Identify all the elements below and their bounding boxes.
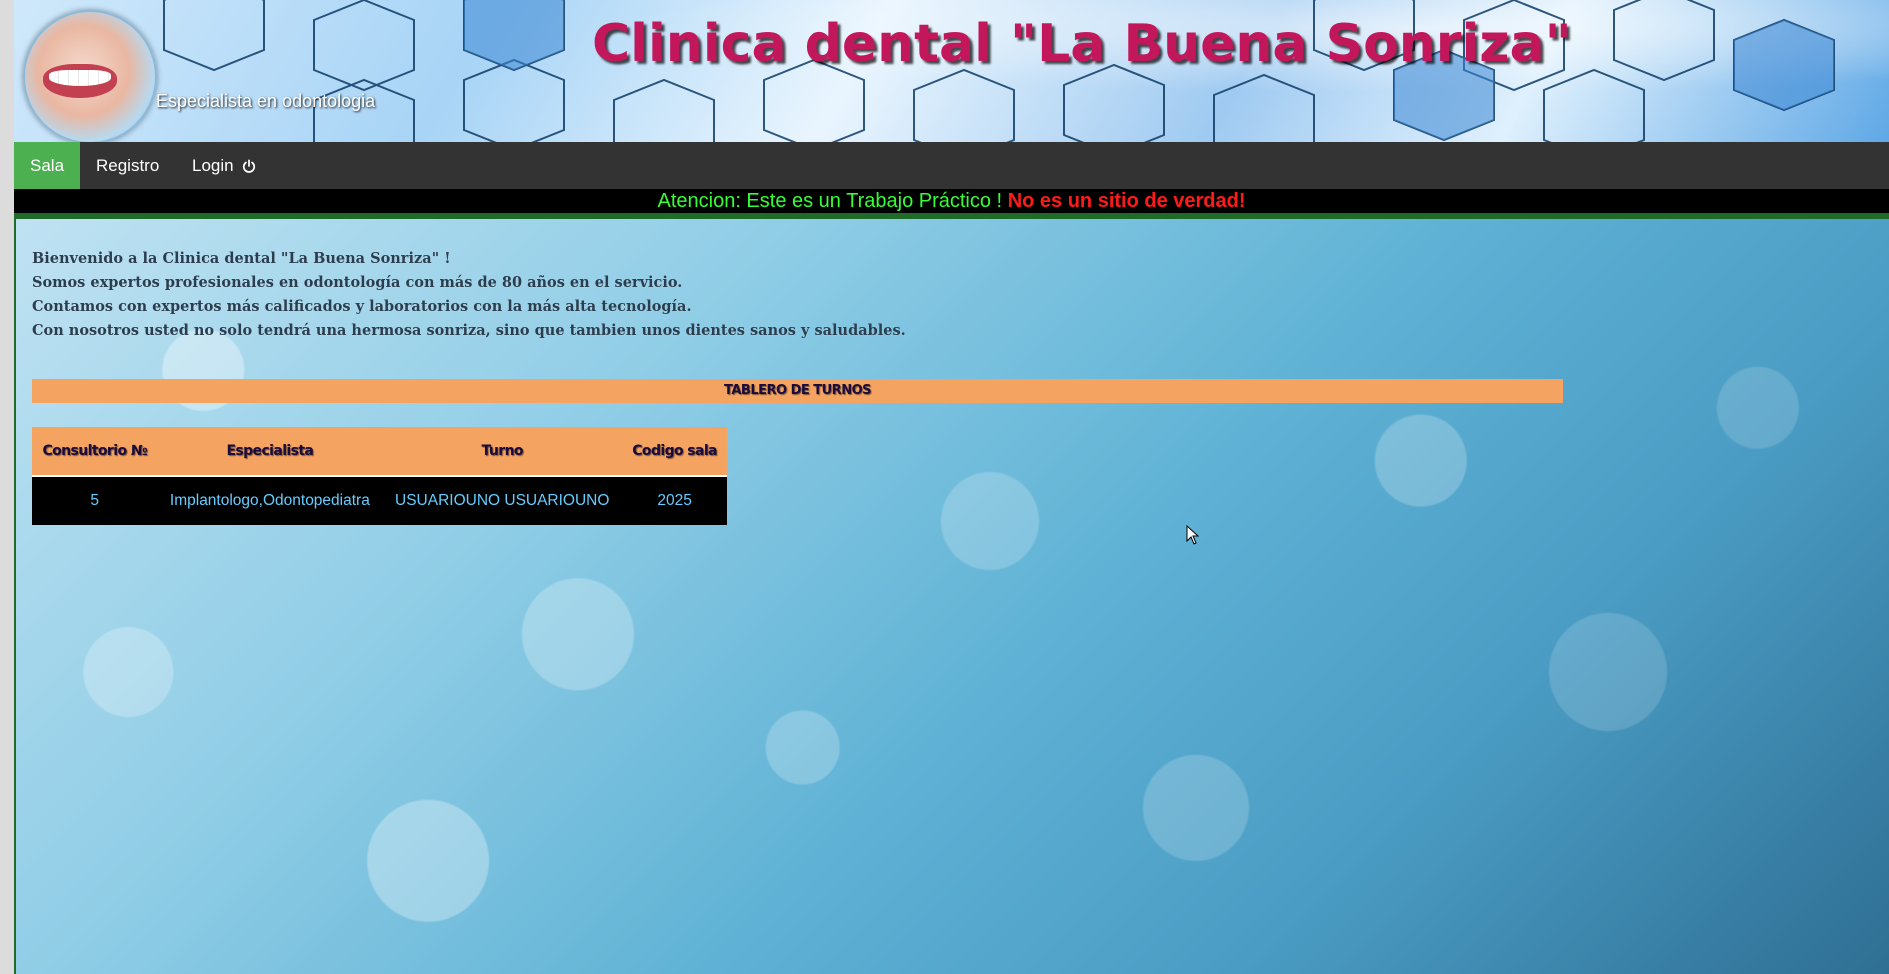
warning-text-red: No es un sitio de verdad! [1007,190,1246,212]
welcome-line: Con nosotros usted no solo tendrá una he… [32,322,906,339]
welcome-line: Somos expertos profesionales en odontolo… [32,274,683,291]
table-cell: Implantologo,Odontopediatra [157,476,383,525]
nav-item-label: Registro [96,156,160,175]
welcome-line: Contamos con expertos más calificados y … [32,298,692,315]
table-row: 5 Implantologo,Odontopediatra USUARIOUNO… [32,476,727,525]
power-icon [243,159,256,173]
nav-item-label: Sala [30,156,65,175]
column-header: Consultorio № [32,427,158,477]
main-content: Bienvenido a la Clinica dental "La Buena… [14,213,1889,974]
smile-logo [23,10,157,142]
warning-text-green: Atencion: Este es un Trabajo Práctico ! [657,190,1003,212]
nav-item-login[interactable]: Login [176,142,272,189]
nav-item-sala[interactable]: Sala [14,142,81,189]
column-header: Codigo sala [622,427,727,477]
warning-banner: Atencion: Este es un Trabajo Práctico ! … [14,189,1889,213]
table-cell: 5 [32,476,158,525]
page: Clinica dental "La Buena Sonriza" Especi… [14,0,1889,974]
teeth-graphic [49,70,111,86]
board-title: TABLERO DE TURNOS [32,379,1563,403]
site-subtitle: Especialista en odontologia [156,91,376,111]
mouse-cursor-icon [1186,525,1200,545]
turnos-table: Consultorio № Especialista Turno Codigo … [32,427,727,525]
column-header: Turno [382,427,623,477]
nav-item-label: Login [192,156,234,175]
table-cell: 2025 [622,476,727,525]
top-nav: Sala Registro Login [14,142,1889,189]
header-banner: Clinica dental "La Buena Sonriza" Especi… [14,0,1889,142]
table-header-row: Consultorio № Especialista Turno Codigo … [32,427,727,477]
welcome-line: Bienvenido a la Clinica dental "La Buena… [32,250,451,267]
site-title: Clinica dental "La Buena Sonriza" [592,14,1572,74]
column-header: Especialista [157,427,383,477]
table-cell: USUARIOUNO USUARIOUNO [382,476,623,525]
welcome-text: Bienvenido a la Clinica dental "La Buena… [32,247,906,343]
nav-item-registro[interactable]: Registro [80,142,175,189]
